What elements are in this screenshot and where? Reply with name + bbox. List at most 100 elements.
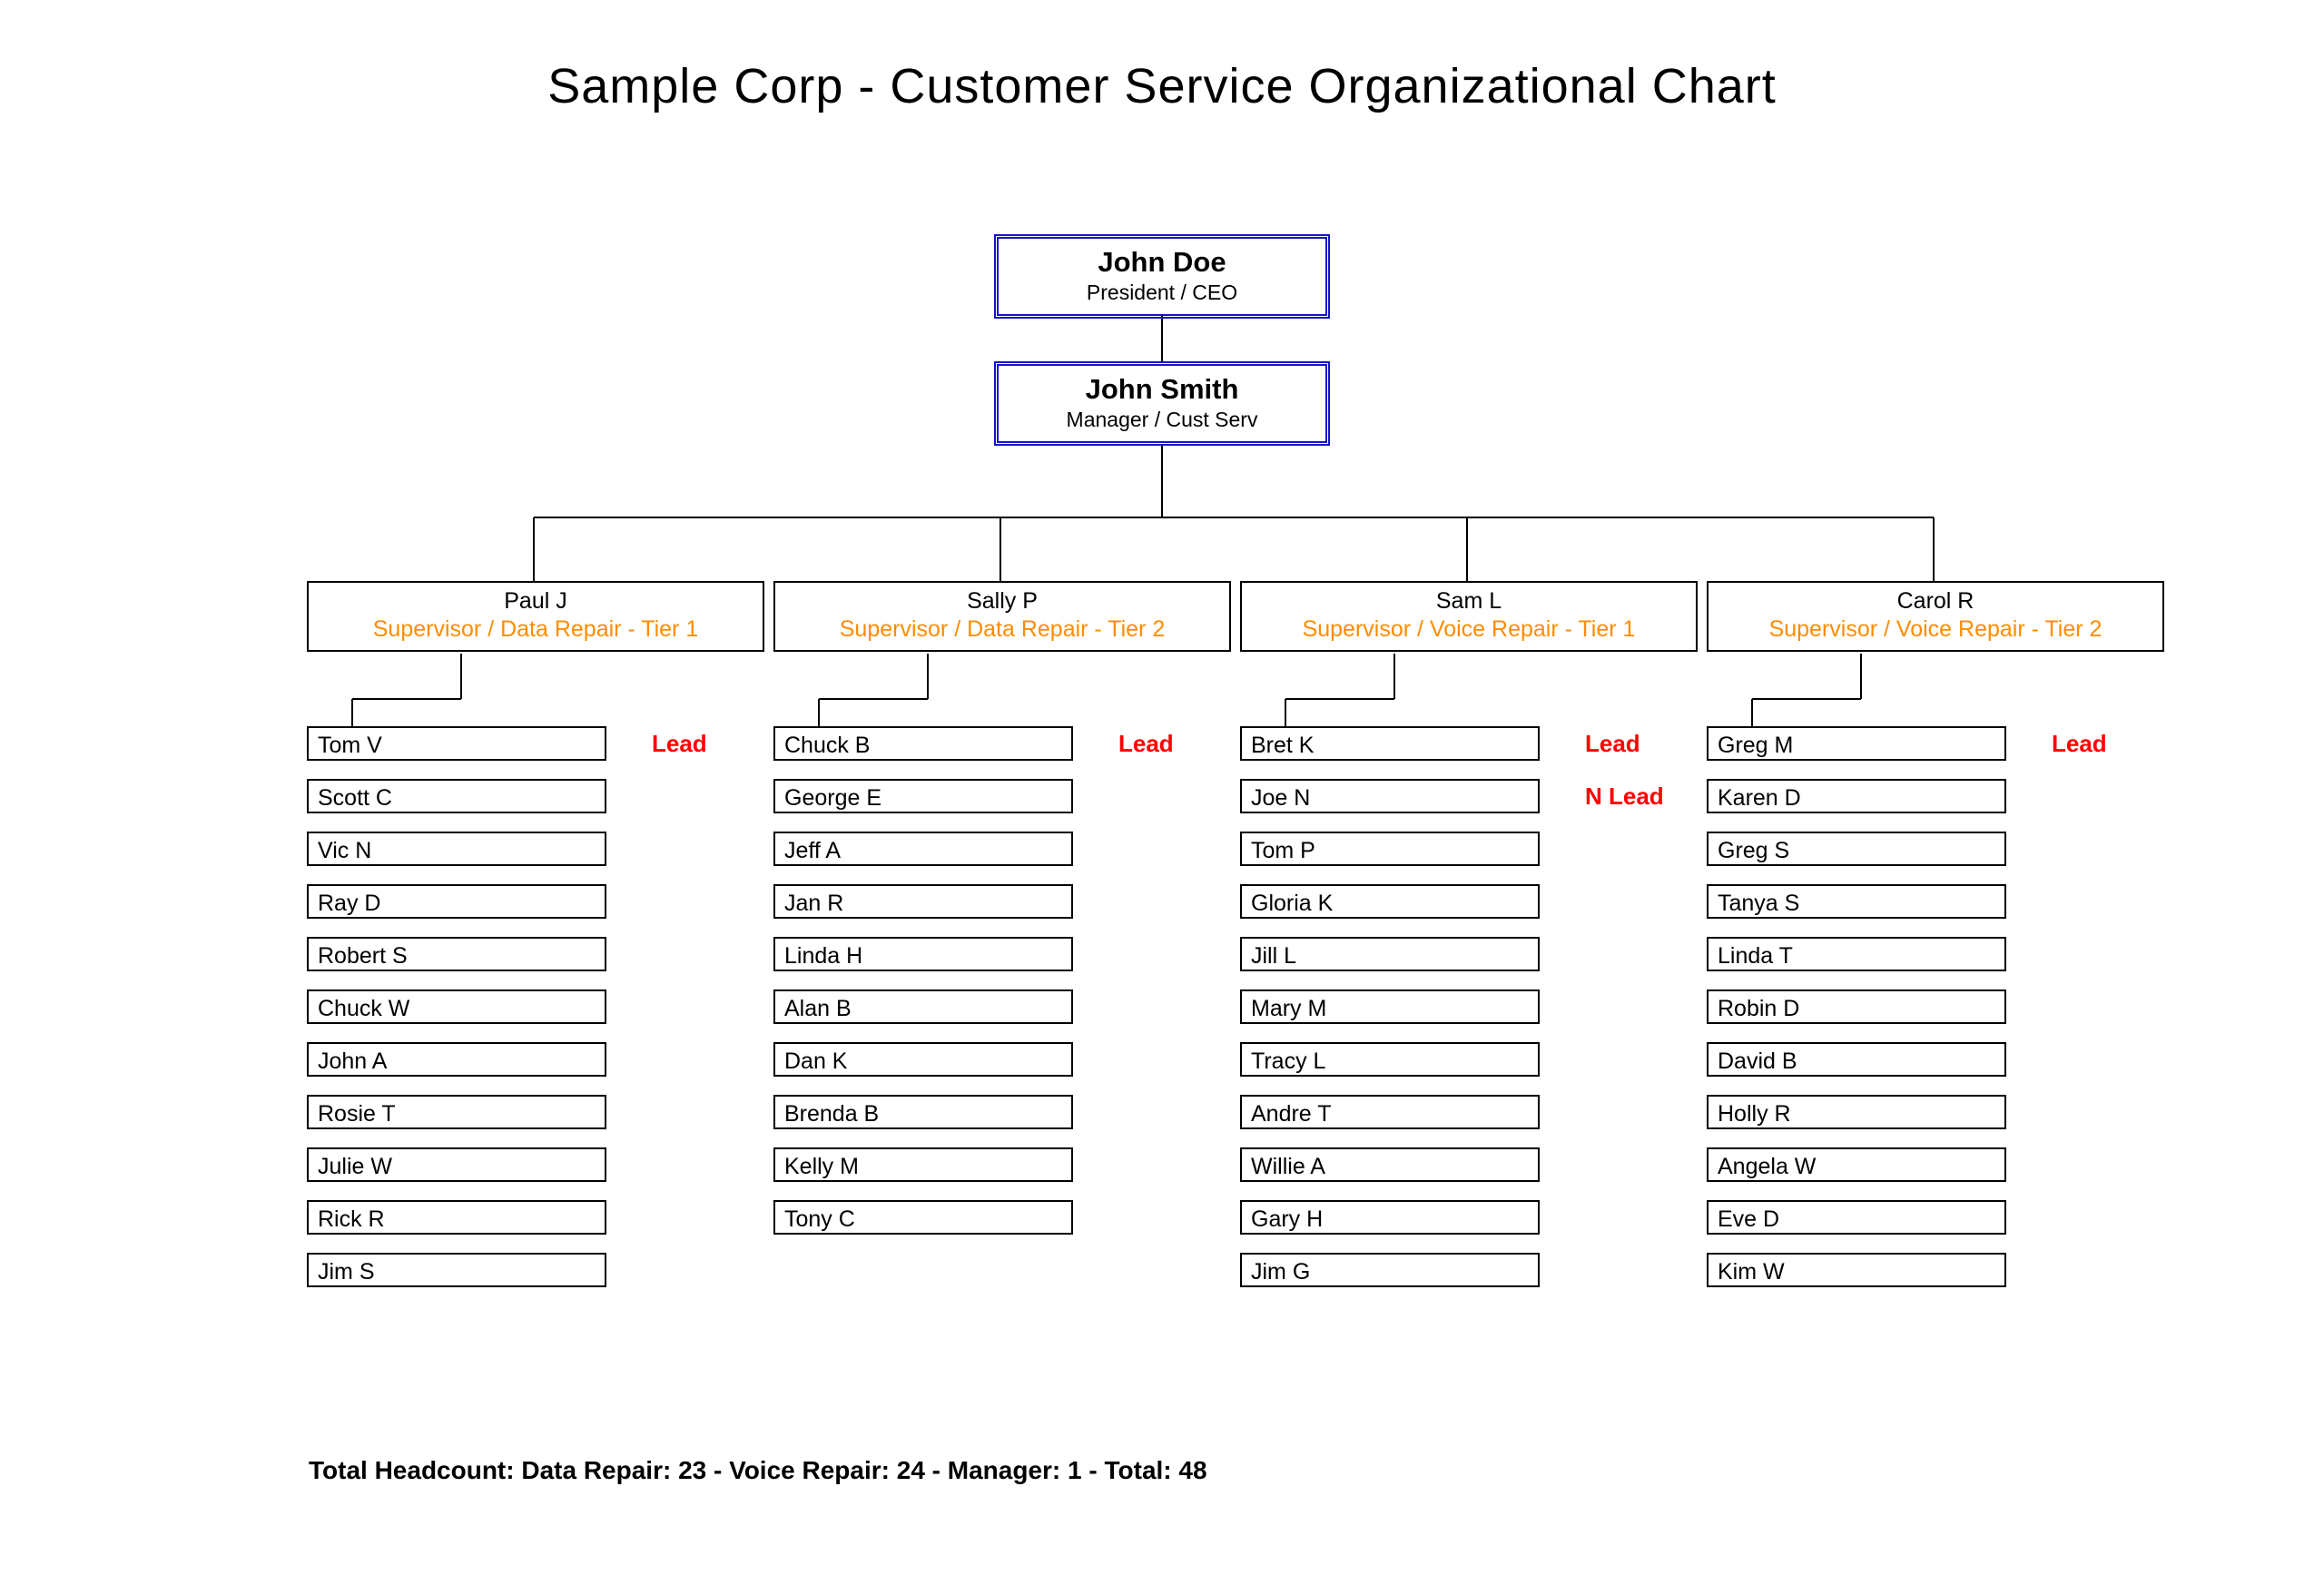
manager-box: John Smith Manager / Cust Serv [994, 361, 1330, 446]
member-tag: N Lead [1585, 783, 1664, 811]
supervisor-name: Sally P [775, 588, 1229, 615]
member-row: Gloria K [1240, 884, 1730, 922]
member-box: Alan B [773, 989, 1073, 1024]
member-box: Ray D [307, 884, 606, 919]
member-row: Willie A [1240, 1147, 1730, 1186]
headcount-footer: Total Headcount: Data Repair: 23 - Voice… [309, 1456, 1207, 1485]
member-row: Greg M Lead [1707, 726, 2197, 764]
member-row: Tanya S [1707, 884, 2197, 922]
member-row: Jill L [1240, 937, 1730, 975]
member-row: John A [307, 1042, 797, 1080]
member-box: Gary H [1240, 1200, 1540, 1235]
member-row: Vic N [307, 832, 797, 870]
manager-name: John Smith [999, 373, 1325, 406]
member-column: Tom VLead Scott C Vic N Ray D Robert S Chuck … [307, 726, 797, 1305]
member-row: Holly R [1707, 1095, 2197, 1133]
member-box: Joe N [1240, 779, 1540, 813]
member-box: Greg M [1707, 726, 2006, 761]
member-box: Tony C [773, 1200, 1073, 1235]
member-box: Linda T [1707, 937, 2006, 971]
member-row: Tom VLead [307, 726, 797, 764]
member-box: Tracy L [1240, 1042, 1540, 1077]
member-box: Linda H [773, 937, 1073, 971]
member-box: Rosie T [307, 1095, 606, 1129]
member-row: Alan B [773, 989, 1264, 1028]
ceo-name: John Doe [999, 246, 1325, 279]
member-box: Bret K [1240, 726, 1540, 761]
member-row: Jeff A [773, 832, 1264, 870]
member-row: Andre T [1240, 1095, 1730, 1133]
member-row: Mary M [1240, 989, 1730, 1028]
member-row: Angela W [1707, 1147, 2197, 1186]
member-box: Greg S [1707, 832, 2006, 866]
member-row: Greg S [1707, 832, 2197, 870]
member-tag: Lead [2052, 730, 2107, 758]
member-row: Robin D [1707, 989, 2197, 1028]
member-row: Bret K Lead [1240, 726, 1730, 764]
supervisor-name: Carol R [1709, 588, 2162, 615]
member-box: Kim W [1707, 1253, 2006, 1287]
member-box: Mary M [1240, 989, 1540, 1024]
member-box: Scott C [307, 779, 606, 813]
member-box: Angela W [1707, 1147, 2006, 1182]
member-box: Gloria K [1240, 884, 1540, 919]
member-row: Julie W [307, 1147, 797, 1186]
supervisor-role: Supervisor / Voice Repair - Tier 1 [1242, 616, 1696, 643]
member-box: Jim S [307, 1253, 606, 1287]
member-row: Dan K [773, 1042, 1264, 1080]
supervisor-name: Paul J [309, 588, 763, 615]
supervisor-box: Paul J Supervisor / Data Repair - Tier 1 [307, 581, 764, 652]
member-row: Karen D [1707, 779, 2197, 817]
supervisor-name: Sam L [1242, 588, 1696, 615]
member-row: Robert S [307, 937, 797, 975]
member-row: Eve D [1707, 1200, 2197, 1238]
member-row: Kelly M [773, 1147, 1264, 1186]
member-column: Bret K Lead Joe N N Lead Tom P Gloria K Jill L… [1240, 726, 1730, 1305]
member-box: Dan K [773, 1042, 1073, 1077]
member-box: Tom P [1240, 832, 1540, 866]
member-row: David B [1707, 1042, 2197, 1080]
org-chart-page: Sample Corp - Customer Service Organizat… [0, 0, 2324, 1585]
member-row: Linda T [1707, 937, 2197, 975]
member-box: Tanya S [1707, 884, 2006, 919]
supervisor-box: Sam L Supervisor / Voice Repair - Tier 1 [1240, 581, 1698, 652]
member-box: Jim G [1240, 1253, 1540, 1287]
member-row: Jan R [773, 884, 1264, 922]
member-box: Eve D [1707, 1200, 2006, 1235]
member-row: Tracy L [1240, 1042, 1730, 1080]
member-row: Joe N N Lead [1240, 779, 1730, 817]
member-box: Willie A [1240, 1147, 1540, 1182]
member-tag: Lead [652, 730, 707, 758]
member-tag: Lead [1585, 730, 1640, 758]
page-title: Sample Corp - Customer Service Organizat… [0, 58, 2324, 114]
member-row: Jim G [1240, 1253, 1730, 1291]
member-box: Karen D [1707, 779, 2006, 813]
member-row: Ray D [307, 884, 797, 922]
member-row: Scott C [307, 779, 797, 817]
ceo-role: President / CEO [999, 281, 1325, 305]
member-box: David B [1707, 1042, 2006, 1077]
member-column: Greg M Lead Karen D Greg S Tanya S Linda T Rob… [1707, 726, 2197, 1305]
member-box: Vic N [307, 832, 606, 866]
member-box: Jill L [1240, 937, 1540, 971]
member-row: Chuck B Lead [773, 726, 1264, 764]
member-box: Jan R [773, 884, 1073, 919]
member-box: Chuck B [773, 726, 1073, 761]
member-tag: Lead [1118, 730, 1174, 758]
manager-role: Manager / Cust Serv [999, 408, 1325, 432]
member-row: Linda H [773, 937, 1264, 975]
member-box: Rick R [307, 1200, 606, 1235]
member-column: Chuck B Lead George E Jeff A Jan R Linda H Ala… [773, 726, 1264, 1253]
supervisor-box: Carol R Supervisor / Voice Repair - Tier… [1707, 581, 2164, 652]
member-row: Gary H [1240, 1200, 1730, 1238]
supervisor-role: Supervisor / Voice Repair - Tier 2 [1709, 616, 2162, 643]
supervisor-box: Sally P Supervisor / Data Repair - Tier … [773, 581, 1231, 652]
member-box: Chuck W [307, 989, 606, 1024]
member-box: Robin D [1707, 989, 2006, 1024]
member-box: Brenda B [773, 1095, 1073, 1129]
member-row: George E [773, 779, 1264, 817]
member-row: Kim W [1707, 1253, 2197, 1291]
member-box: John A [307, 1042, 606, 1077]
member-box: Robert S [307, 937, 606, 971]
member-row: Jim S [307, 1253, 797, 1291]
